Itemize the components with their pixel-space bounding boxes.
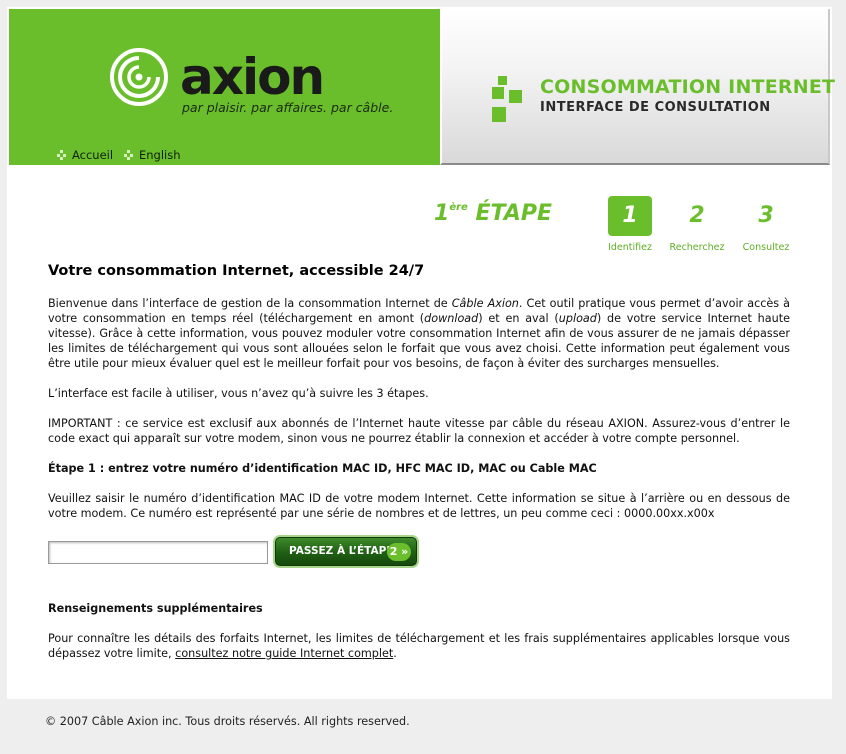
step-heading-number: 1 (434, 201, 450, 226)
bullet-dots-icon (57, 150, 67, 160)
important-paragraph: IMPORTANT : ce service est exclusif aux … (48, 417, 790, 445)
step-indicator-1: 1 Identifiez (608, 196, 652, 253)
nav-link-english[interactable]: English (124, 148, 181, 162)
next-step-button[interactable]: PASSEZ À L’ÉTAPE 2 » (275, 537, 417, 566)
intro-paragraph: Bienvenue dans l’interface de gestion de… (48, 296, 790, 371)
mac-form: PASSEZ À L’ÉTAPE 2 » (48, 537, 790, 573)
step-heading-ordinal: ère (449, 202, 468, 213)
axion-logo-wordmark: axion (180, 48, 325, 106)
intro-term-download: download (424, 312, 479, 325)
footer-copyright: © 2007 Câble Axion inc. Tous droits rése… (45, 715, 410, 728)
intro-term-upload: upload (558, 312, 597, 325)
nav-link-label: Accueil (72, 148, 114, 162)
more-info-paragraph: Pour connaître les détails des forfaits … (48, 631, 790, 661)
step-number: 2 (689, 203, 705, 228)
page-container: axion par plaisir. par affaires. par câb… (7, 7, 835, 699)
step-heading-word: ÉTAPE (475, 201, 552, 226)
step1-paragraph: Veuillez saisir le numéro d’identificati… (48, 492, 790, 520)
easy-paragraph: L’interface est facile à utiliser, vous … (48, 387, 429, 400)
step1-heading: Étape 1 : entrez votre numéro d’identifi… (48, 462, 597, 475)
axion-logo-icon (110, 48, 168, 106)
internet-guide-link[interactable]: consultez notre guide Internet complet (175, 647, 393, 660)
step-2-arrow-icon: 2 » (387, 543, 411, 561)
more-info-heading: Renseignements supplémentaires (48, 602, 263, 615)
current-step-heading: 1ère ÉTAPE (434, 201, 552, 226)
step-label: Consultez (742, 242, 790, 253)
page-subtitle: INTERFACE DE CONSULTATION (540, 100, 771, 115)
intro-text: Bienvenue dans l’interface de gestion de… (48, 297, 452, 310)
green-squares-icon (492, 76, 526, 126)
step-indicator-3: 3 Consultez (743, 196, 790, 253)
intro-brand: Câble Axion (451, 297, 519, 310)
step-indicator-2: 2 Recherchez (670, 196, 725, 253)
nav-link-accueil[interactable]: Accueil (57, 148, 113, 162)
bullet-dots-icon (124, 150, 134, 160)
next-step-label: PASSEZ À L’ÉTAPE (289, 545, 394, 557)
step-number: 3 (758, 203, 774, 228)
intro-text: ) et en aval ( (478, 312, 559, 325)
brand-banner: axion par plaisir. par affaires. par câb… (9, 9, 440, 165)
more-info-end: . (393, 647, 397, 660)
header: axion par plaisir. par affaires. par câb… (7, 7, 835, 166)
more-info-text: Pour connaître les détails des forfaits … (48, 632, 790, 660)
step-number: 1 (608, 196, 652, 236)
main-content: Votre consommation Internet, accessible … (48, 262, 790, 676)
section-title-banner: CONSOMMATION INTERNET INTERFACE DE CONSU… (440, 9, 835, 165)
mac-id-input[interactable] (48, 541, 268, 564)
page-title: CONSOMMATION INTERNET (540, 76, 836, 98)
content-heading: Votre consommation Internet, accessible … (48, 263, 425, 279)
nav-link-label: English (139, 148, 181, 162)
logo-tagline: par plaisir. par affaires. par câble. (182, 100, 394, 115)
